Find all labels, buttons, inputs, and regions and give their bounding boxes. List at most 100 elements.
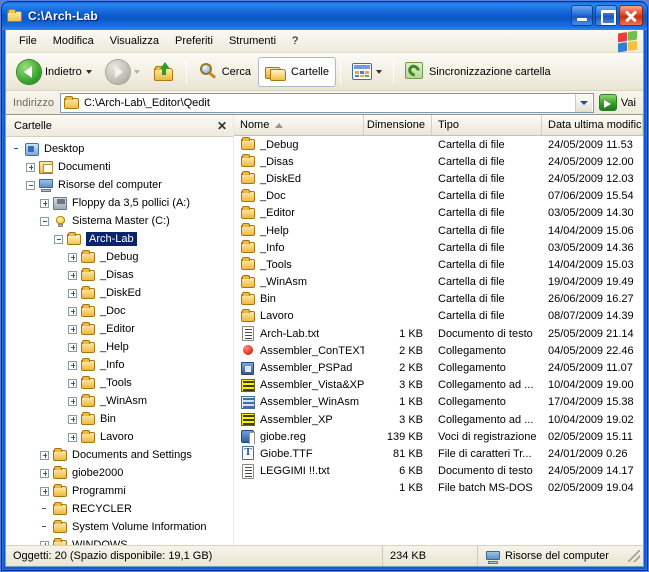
file-row[interactable]: Arch-Lab.txt 1 KB Documento di testo 25/05/… <box>234 325 643 342</box>
menu-modifica[interactable]: Modifica <box>45 32 102 50</box>
search-button[interactable]: Cerca <box>191 57 258 87</box>
tree-node-doc[interactable]: _Doc <box>6 302 233 320</box>
tree-node-giobe2000[interactable]: giobe2000 <box>6 464 233 482</box>
file-row[interactable]: _Disas Cartella di file 24/05/2009 12.00 <box>234 153 643 170</box>
column-header-date[interactable]: Data ultima modifica <box>542 115 643 135</box>
file-row[interactable]: 1 KB File batch MS-DOS 02/05/2009 19.04 <box>234 480 643 497</box>
close-button[interactable] <box>619 5 643 26</box>
tree-toggle-plus-icon[interactable] <box>40 450 49 460</box>
file-row[interactable]: _Doc Cartella di file 07/06/2009 15.54 <box>234 188 643 205</box>
maximize-button[interactable] <box>595 5 617 26</box>
tree-toggle-plus-icon[interactable] <box>40 198 49 208</box>
file-row[interactable]: Assembler_Vista&XP 3 KB Collegamento ad ..… <box>234 377 643 394</box>
tree-toggle-plus-icon[interactable] <box>40 540 49 545</box>
file-row[interactable]: Assembler_PSPad 2 KB Collegamento 24/05/200… <box>234 359 643 376</box>
file-row[interactable]: Bin Cartella di file 26/06/2009 16.27 <box>234 291 643 308</box>
file-row[interactable]: Assembler_ConTEXT 2 KB Collegamento 04/05/2… <box>234 342 643 359</box>
tree-toggle-plus-icon[interactable] <box>68 306 77 316</box>
tree-node-label: _Tools <box>100 377 132 389</box>
tree-toggle-spacer <box>12 145 21 154</box>
tree-node-system-volume-information[interactable]: System Volume Information <box>6 518 233 536</box>
tree-toggle-plus-icon[interactable] <box>68 270 77 280</box>
file-row[interactable]: _WinAsm Cartella di file 19/04/2009 19.49 <box>234 274 643 291</box>
tree-toggle-plus-icon[interactable] <box>68 342 77 352</box>
file-row[interactable]: _Tools Cartella di file 14/04/2009 15.03 <box>234 256 643 273</box>
tree-node-winasm[interactable]: _WinAsm <box>6 392 233 410</box>
views-dropdown-icon[interactable] <box>375 69 382 74</box>
tree-toggle-plus-icon[interactable] <box>68 432 77 442</box>
menu-preferiti[interactable]: Preferiti <box>167 32 221 50</box>
file-row[interactable]: Lavoro Cartella di file 08/07/2009 14.39 <box>234 308 643 325</box>
tree-node-sistema-master-c[interactable]: Sistema Master (C:) <box>6 212 233 230</box>
file-row[interactable]: _Debug Cartella di file 24/05/2009 11.53 <box>234 136 643 153</box>
tree-node-editor[interactable]: _Editor <box>6 320 233 338</box>
file-row[interactable]: _Info Cartella di file 03/05/2009 14.36 <box>234 239 643 256</box>
views-button[interactable] <box>345 57 389 87</box>
tree-toggle-minus-icon[interactable] <box>40 216 49 226</box>
folder-icon <box>240 240 256 255</box>
sync-folder-button[interactable]: Sincronizzazione cartella <box>398 57 558 87</box>
tree-toggle-plus-icon[interactable] <box>40 468 49 478</box>
tree-node-debug[interactable]: _Debug <box>6 248 233 266</box>
tree-node-lavoro[interactable]: Lavoro <box>6 428 233 446</box>
tree-node-windows[interactable]: WINDOWS <box>6 536 233 545</box>
tree-toggle-plus-icon[interactable] <box>68 414 77 424</box>
tree-node-documents-and-settings[interactable]: Documents and Settings <box>6 446 233 464</box>
file-row[interactable]: LEGGIMI !!.txt 6 KB Documento di testo 24/0… <box>234 463 643 480</box>
menu-visualizza[interactable]: Visualizza <box>102 32 167 50</box>
up-button[interactable] <box>147 57 182 87</box>
tree-toggle-plus-icon[interactable] <box>40 486 49 496</box>
menu-help[interactable]: ? <box>284 32 306 50</box>
tree-node-arch-lab[interactable]: Arch-Lab <box>6 230 233 248</box>
back-dropdown-icon[interactable] <box>85 69 92 74</box>
tree-toggle-plus-icon[interactable] <box>68 378 77 388</box>
tree-node-help[interactable]: _Help <box>6 338 233 356</box>
file-row[interactable]: giobe.reg 139 KB Voci di registrazione 02/0… <box>234 428 643 445</box>
file-row[interactable]: Giobe.TTF 81 KB File di caratteri Tr... 24/… <box>234 445 643 462</box>
tree-node-recycler[interactable]: RECYCLER <box>6 500 233 518</box>
file-row[interactable]: _Editor Cartella di file 03/05/2009 14.30 <box>234 205 643 222</box>
file-row[interactable]: Assembler_WinAsm 1 KB Collegamento 17/04/20… <box>234 394 643 411</box>
tree-toggle-minus-icon[interactable] <box>54 234 63 244</box>
folders-button[interactable]: Cartelle <box>258 56 336 87</box>
address-dropdown-button[interactable] <box>574 93 592 112</box>
folders-pane-close-icon[interactable]: ✕ <box>217 120 227 132</box>
file-row[interactable]: Assembler_XP 3 KB Collegamento ad ... 10/04… <box>234 411 643 428</box>
column-header-size[interactable]: Dimensione <box>364 115 432 135</box>
tree-node-info[interactable]: _Info <box>6 356 233 374</box>
go-button[interactable]: Vai <box>594 94 640 111</box>
folder-tree[interactable]: Desktop Documenti Risorse del computer Flop… <box>6 137 233 545</box>
file-row[interactable]: _Help Cartella di file 14/04/2009 15.06 <box>234 222 643 239</box>
resize-grip[interactable] <box>628 550 640 562</box>
column-header-type[interactable]: Tipo <box>432 115 542 135</box>
tree-toggle-plus-icon[interactable] <box>68 252 77 262</box>
tree-node-disas[interactable]: _Disas <box>6 266 233 284</box>
tree-node-desktop[interactable]: Desktop <box>6 140 233 158</box>
tree-node-programmi[interactable]: Programmi <box>6 482 233 500</box>
tree-node-disked[interactable]: _DiskEd <box>6 284 233 302</box>
back-button[interactable]: Indietro <box>10 57 99 87</box>
file-row[interactable]: _DiskEd Cartella di file 24/05/2009 12.03 <box>234 170 643 187</box>
tree-node-label: _Disas <box>100 269 134 281</box>
menu-strumenti[interactable]: Strumenti <box>221 32 284 50</box>
tree-node-floppy-da-3-5-pollici-a[interactable]: Floppy da 3,5 pollici (A:) <box>6 194 233 212</box>
minimize-button[interactable] <box>571 5 593 26</box>
tree-node-label: RECYCLER <box>72 503 132 515</box>
tree-toggle-plus-icon[interactable] <box>68 324 77 334</box>
column-header-name[interactable]: Nome <box>234 115 364 135</box>
menu-file[interactable]: File <box>11 32 45 50</box>
tree-toggle-minus-icon[interactable] <box>26 180 35 190</box>
tree-node-risorse-del-computer[interactable]: Risorse del computer <box>6 176 233 194</box>
tree-toggle-plus-icon[interactable] <box>68 396 77 406</box>
title-bar[interactable]: C:\Arch-Lab <box>2 2 647 30</box>
file-list[interactable]: _Debug Cartella di file 24/05/2009 11.53 _D… <box>234 136 643 545</box>
tree-toggle-plus-icon[interactable] <box>68 360 77 370</box>
tree-node-documenti[interactable]: Documenti <box>6 158 233 176</box>
file-size-cell: 139 KB <box>386 430 423 443</box>
tree-node-label: System Volume Information <box>72 521 207 533</box>
tree-node-bin[interactable]: Bin <box>6 410 233 428</box>
address-input[interactable]: C:\Arch-Lab\_Editor\Qedit <box>59 92 594 113</box>
tree-toggle-plus-icon[interactable] <box>68 288 77 298</box>
tree-node-tools[interactable]: _Tools <box>6 374 233 392</box>
tree-toggle-plus-icon[interactable] <box>26 162 35 172</box>
